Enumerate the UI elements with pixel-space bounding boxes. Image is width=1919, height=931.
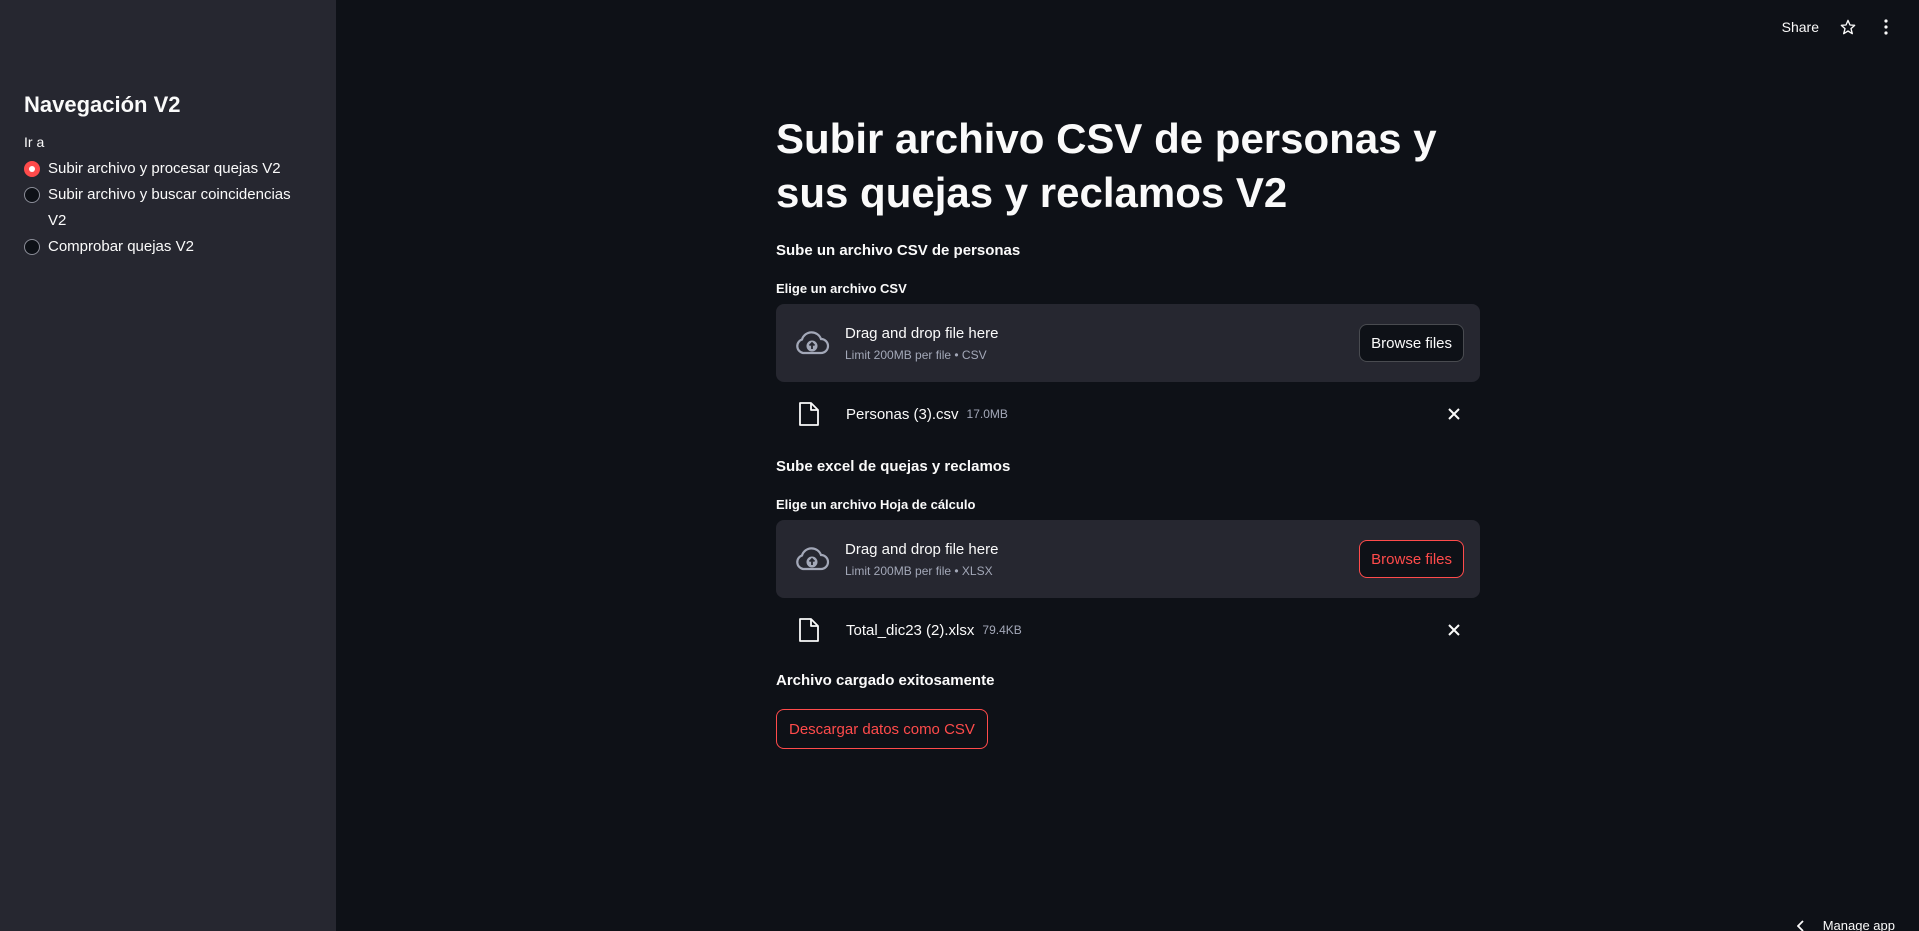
radio-unselected-icon [24, 187, 40, 203]
section-personas-subheader: Sube un archivo CSV de personas [776, 242, 1021, 259]
chevron-left-icon [1796, 919, 1804, 931]
file-icon [799, 618, 819, 642]
radio-option-comprobar-quejas[interactable]: Comprobar quejas V2 [24, 234, 312, 260]
page-title: Subir archivo CSV de personas y sus quej… [776, 115, 1437, 216]
star-icon[interactable] [1839, 18, 1857, 36]
download-csv-button[interactable]: Descargar datos como CSV [776, 709, 988, 749]
cloud-upload-icon [796, 547, 830, 571]
radio-selected-icon [24, 161, 40, 177]
sidebar-title: Navegación V2 [24, 92, 181, 117]
radio-option-buscar-coincidencias[interactable]: Subir archivo y buscar coincidencias V2 [24, 182, 312, 234]
radio-option-label: Comprobar quejas V2 [48, 238, 194, 255]
radio-option-label: Subir archivo y buscar coincidencias V2 [48, 186, 291, 229]
browse-files-button[interactable]: Browse files [1359, 540, 1464, 578]
radio-group-label: Ir a [24, 134, 45, 150]
section-quejas-subheader: Sube excel de quejas y reclamos [776, 458, 1011, 475]
browse-files-button[interactable]: Browse files [1359, 324, 1464, 362]
xlsx-uploader-label: Elige un archivo Hoja de cálculo [776, 497, 976, 512]
upload-status-text: Archivo cargado exitosamente [776, 672, 995, 689]
share-button[interactable]: Share [1782, 19, 1819, 35]
main-content: Subir archivo CSV de personas y sus quej… [776, 112, 1480, 749]
file-size: 17.0MB [966, 407, 1008, 421]
navigation-radio-group: Subir archivo y procesar quejas V2 Subir… [24, 156, 312, 260]
close-icon[interactable] [1444, 404, 1464, 424]
file-name: Total_dic23 (2).xlsx [846, 621, 975, 639]
dropzone-instruction: Drag and drop file here [845, 324, 999, 342]
close-icon[interactable] [1444, 620, 1464, 640]
kebab-menu-icon[interactable] [1877, 18, 1895, 36]
sidebar: Navegación V2 Ir a Subir archivo y proce… [0, 0, 336, 931]
xlsx-dropzone[interactable]: Drag and drop file here Limit 200MB per … [776, 520, 1480, 598]
dropzone-limit: Limit 200MB per file • CSV [845, 347, 987, 362]
dropzone-limit: Limit 200MB per file • XLSX [845, 563, 993, 578]
radio-option-procesar-quejas[interactable]: Subir archivo y procesar quejas V2 [24, 156, 312, 182]
radio-unselected-icon [24, 239, 40, 255]
uploaded-file-row: Total_dic23 (2).xlsx 79.4KB [776, 598, 1480, 662]
manage-app-button[interactable]: Manage app [1796, 918, 1895, 931]
top-toolbar: Share [1782, 18, 1895, 36]
radio-option-label: Subir archivo y procesar quejas V2 [48, 160, 281, 177]
cloud-upload-icon [796, 331, 830, 355]
csv-dropzone[interactable]: Drag and drop file here Limit 200MB per … [776, 304, 1480, 382]
file-name: Personas (3).csv [846, 405, 959, 423]
file-icon [799, 402, 819, 426]
csv-uploader-label: Elige un archivo CSV [776, 281, 907, 296]
file-size: 79.4KB [982, 623, 1022, 637]
manage-app-label: Manage app [1822, 918, 1895, 931]
uploaded-file-row: Personas (3).csv 17.0MB [776, 382, 1480, 446]
dropzone-instruction: Drag and drop file here [845, 540, 999, 558]
